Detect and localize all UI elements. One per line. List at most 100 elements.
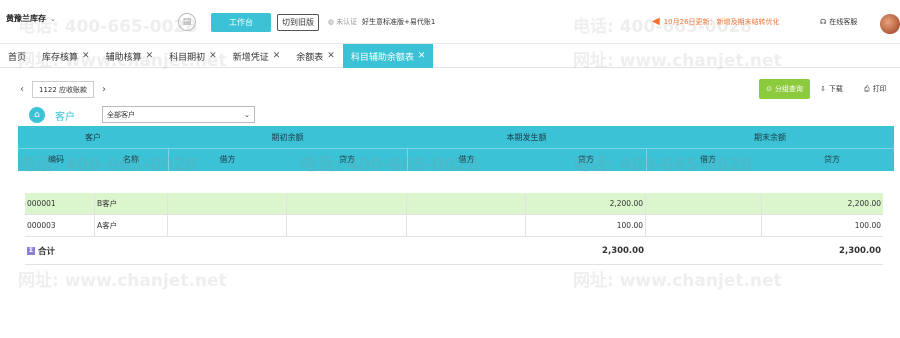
- cell-name: A客户: [95, 215, 168, 236]
- cell-closing-debit: 2,200.00: [847, 199, 881, 208]
- close-icon[interactable]: ✕: [209, 51, 217, 61]
- cell-code: 000003: [25, 215, 95, 236]
- download-button[interactable]: ⇩ 下载: [820, 84, 843, 94]
- chevron-left-icon[interactable]: ‹: [20, 84, 24, 95]
- cell-opening-debit: [168, 193, 287, 214]
- tab-label: 科目辅助余额表: [350, 52, 414, 63]
- cell-closing-debit: 100.00: [854, 221, 881, 230]
- close-icon[interactable]: ✕: [418, 51, 426, 61]
- header-code: 编码: [48, 155, 64, 164]
- close-icon[interactable]: ✕: [327, 51, 335, 61]
- home-icon: ⌂: [29, 107, 45, 123]
- download-icon: ⇩: [820, 85, 826, 93]
- cell-total-closing-debit: 2,300.00: [839, 245, 881, 256]
- verify-text: 未认证: [336, 18, 358, 26]
- cell-opening-credit: [287, 215, 407, 236]
- cell-name: B客户: [95, 193, 168, 214]
- headset-icon: ☊: [820, 18, 827, 26]
- chevron-down-icon: ⌄: [50, 14, 56, 23]
- print-label: 打印: [872, 85, 887, 93]
- print-button[interactable]: ⎙ 打印: [864, 84, 887, 94]
- tab-bar: 首页 库存核算 ✕ 辅助核算 ✕ 科目期初 ✕ 新增凭证 ✕ 余额表 ✕ 科目辅助余额表 ✕: [0, 44, 900, 68]
- header-period-amount: 本期发生额: [506, 132, 547, 142]
- table-row[interactable]: 000003 A客户 100.00 100.00: [25, 215, 883, 237]
- query-label: 分组查询: [774, 85, 803, 93]
- tab-balance[interactable]: 余额表 ✕: [288, 44, 343, 68]
- cell-total-empty: [646, 237, 762, 264]
- subject-box[interactable]: 1122 应收账款: [32, 81, 95, 98]
- header-period-debit: 借方: [458, 155, 475, 164]
- edition-label: 好生意标准版+易代账1: [362, 18, 436, 26]
- table-row[interactable]: 000001 B客户 2,200.00 2,200.00: [25, 193, 883, 215]
- header-closing-balance: 期末余额: [754, 132, 786, 142]
- tab-label: 辅助核算: [105, 52, 142, 63]
- cell-period-debit-placeholder: [407, 215, 526, 236]
- tab-new-voucher[interactable]: 新增凭证 ✕: [225, 44, 289, 68]
- tab-label: 库存核算: [42, 52, 79, 63]
- header-name: 名称: [123, 155, 139, 164]
- tab-home[interactable]: 首页: [0, 44, 34, 68]
- printer-icon: ⎙: [864, 84, 870, 93]
- total-row: Σ 合计 2,300.00 2,300.00: [25, 237, 883, 265]
- chevron-down-icon: ⌄: [244, 110, 250, 119]
- table-body: 000001 B客户 2,200.00 2,200.00 000003 A客户 …: [25, 193, 883, 265]
- verify-status[interactable]: ◍ 未认证: [328, 17, 357, 27]
- shield-icon: ◍: [328, 18, 335, 26]
- table-header: 客户 期初余额 本期发生额 期末余额 编码 名称 借方 贷方 借方 贷方 借方 …: [18, 126, 894, 171]
- total-label: 合计: [38, 246, 56, 257]
- watermark-site: 网址: www.chanjet.net: [18, 271, 227, 291]
- company-name: 黄豫兰库存: [6, 14, 46, 23]
- total-label-cell: Σ 合计: [25, 237, 168, 264]
- cell-total-empty: [407, 237, 526, 264]
- customer-label: 客户: [55, 112, 75, 123]
- cell-total-empty: [287, 237, 407, 264]
- cell-code: 000001: [25, 193, 95, 214]
- tab-inventory[interactable]: 库存核算 ✕: [34, 44, 98, 68]
- top-bar: 黄豫兰库存 ⌄ ▤ 工作台 切到旧版 ◍ 未认证 好生意标准版+易代账1 ◀ 1…: [0, 0, 900, 44]
- cell-period-credit: [646, 215, 762, 236]
- customer-select[interactable]: 全部客户 ⌄: [102, 106, 255, 123]
- cell-period-debit-placeholder: [407, 193, 526, 214]
- header-opening-credit: 贷方: [339, 155, 355, 164]
- chevron-right-icon[interactable]: ›: [102, 84, 106, 95]
- workbench-button[interactable]: 工作台: [211, 13, 271, 32]
- company-selector[interactable]: 黄豫兰库存 ⌄: [6, 13, 56, 24]
- header-closing-credit: 贷方: [824, 155, 840, 164]
- service-label: 在线客服: [829, 18, 858, 26]
- header-customer: 客户: [85, 132, 101, 142]
- tab-label: 科目期初: [169, 52, 206, 63]
- header-closing-debit: 借方: [700, 155, 716, 164]
- cell-opening-credit: [287, 193, 407, 214]
- header-opening-balance: 期初余额: [271, 132, 304, 142]
- tab-aux-balance[interactable]: 科目辅助余额表 ✕: [342, 44, 434, 68]
- speaker-icon: ◀: [652, 16, 660, 27]
- tab-auxiliary[interactable]: 辅助核算 ✕: [98, 44, 162, 68]
- close-icon[interactable]: ✕: [82, 51, 90, 61]
- watermark-site: 网址: www.chanjet.net: [573, 271, 782, 291]
- menu-icon[interactable]: ▤: [178, 13, 196, 31]
- avatar[interactable]: [880, 14, 900, 34]
- notice-text: 10月26日更新：新增及期末结转优化: [663, 17, 780, 26]
- close-icon[interactable]: ✕: [146, 51, 154, 61]
- cell-period-debit: 2,200.00: [526, 193, 646, 214]
- tab-opening[interactable]: 科目期初 ✕: [161, 44, 225, 68]
- cell-total-empty: [168, 237, 287, 264]
- cell-opening-debit: [168, 215, 287, 236]
- close-icon[interactable]: ✕: [273, 51, 281, 61]
- tab-label: 新增凭证: [232, 52, 269, 63]
- cell-total-period-debit: 2,300.00: [602, 245, 644, 256]
- header-opening-debit: 借方: [219, 155, 236, 164]
- sum-icon: Σ: [27, 246, 35, 255]
- customer-select-value: 全部客户: [107, 110, 135, 119]
- header-period-credit: 贷方: [578, 155, 594, 164]
- tab-label: 余额表: [296, 52, 324, 63]
- switch-old-version-button[interactable]: 切到旧版: [277, 14, 319, 31]
- tab-label: 首页: [8, 52, 27, 63]
- online-service-button[interactable]: ☊ 在线客服: [820, 17, 857, 27]
- download-label: 下载: [828, 85, 843, 93]
- update-notice[interactable]: ◀ 10月26日更新：新增及期末结转优化: [652, 16, 780, 27]
- query-icon: ⊙: [766, 85, 772, 93]
- group-query-button[interactable]: ⊙ 分组查询: [759, 79, 810, 99]
- subject-navigator: ‹ 1122 应收账款 ›: [20, 81, 106, 98]
- cell-period-credit: [646, 193, 762, 214]
